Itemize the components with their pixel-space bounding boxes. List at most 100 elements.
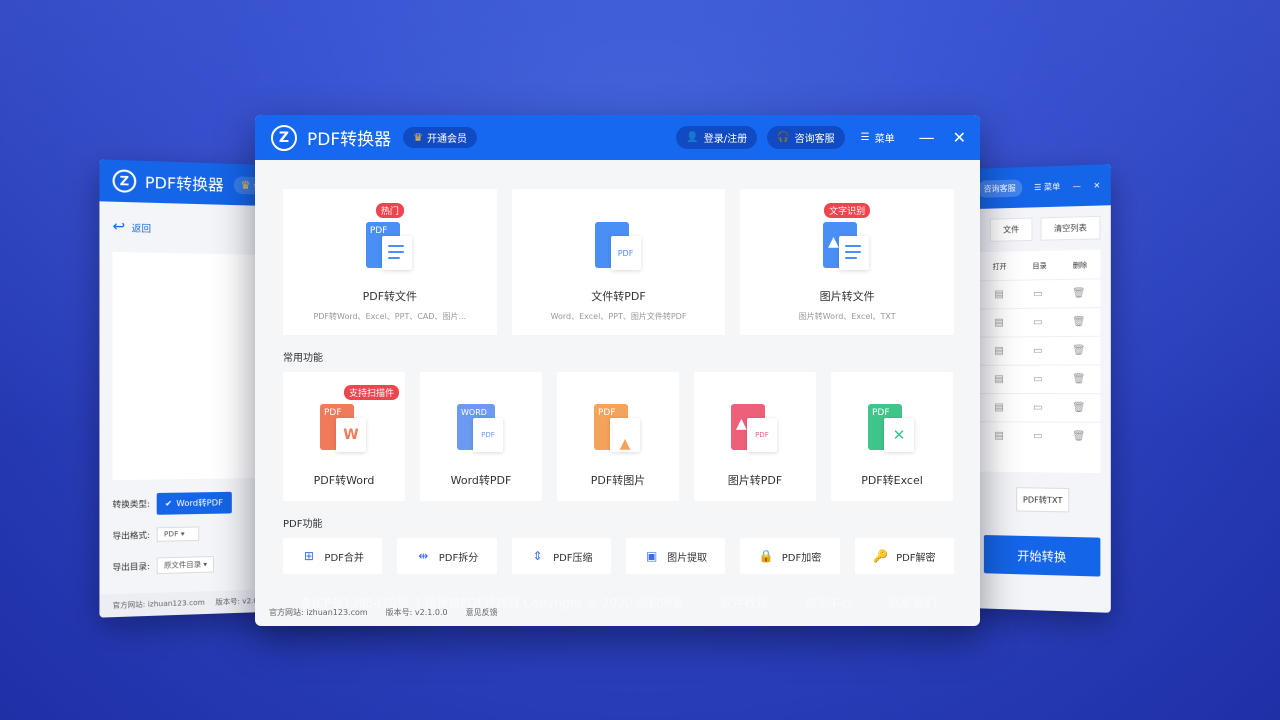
start-convert-button[interactable]: 开始转换 [984, 535, 1101, 577]
ocr-tag: 文字识别 [824, 203, 870, 218]
crown-icon: ♛ [413, 131, 423, 144]
trash-icon[interactable]: 🗑 [1072, 345, 1085, 356]
card-name: 图片转PDF [728, 472, 782, 488]
add-file-button[interactable]: 文件 [990, 218, 1033, 242]
vip-button[interactable]: ♛ 开通会员 [403, 127, 477, 148]
icon-label: PDF [598, 408, 616, 418]
col-open: 打开 [993, 262, 1007, 272]
back-arrow-icon: ↩ [113, 218, 126, 235]
type-value: Word转PDF [176, 497, 223, 509]
folder-icon[interactable]: ▭ [1033, 431, 1043, 442]
pdf-to-excel-card[interactable]: PDF ✕ PDF转Excel [831, 372, 953, 501]
page-footer-overlay: 粤ICP备1303470号-3 赚转换PDF转换器 Copyright © 20… [300, 594, 1020, 612]
folder-icon[interactable]: ▭ [1033, 317, 1043, 328]
lock-icon: 🔒 [759, 549, 774, 564]
key-icon: 🔑 [873, 549, 888, 564]
dir-select[interactable]: 原文件目录 ▾ [156, 556, 214, 574]
format-label: 导出格式: [113, 529, 150, 541]
trash-icon[interactable]: 🗑 [1072, 431, 1085, 442]
icon-label: WORD [461, 408, 487, 417]
card-desc: PDF转Word、Excel、PPT、CAD、图片... [313, 311, 466, 322]
contact-link[interactable]: 联系我们 [888, 594, 936, 612]
login-button[interactable]: 👤 登录/注册 [676, 126, 757, 149]
file-icon[interactable]: ▤ [994, 374, 1004, 385]
image-doc-icon: ▲ [823, 222, 871, 272]
card-name: PDF转图片 [591, 472, 645, 488]
close-icon[interactable]: ✕ [953, 130, 966, 146]
word-to-pdf-type-button[interactable]: ✔ Word转PDF [156, 491, 231, 514]
app-title: PDF转换器 [307, 125, 391, 150]
folder-icon[interactable]: ▭ [1033, 402, 1043, 413]
image-pdf-icon: ▲ PDF [731, 404, 779, 454]
pdf-section-title: PDF功能 [283, 515, 954, 530]
right-close-icon[interactable]: ✕ [1093, 180, 1100, 189]
file-icon[interactable]: ▤ [994, 346, 1004, 357]
card-desc: 图片转Word、Excel、TXT [799, 311, 896, 322]
trash-icon[interactable]: 🗑 [1072, 402, 1085, 413]
pdf-split-button[interactable]: ⇹ PDF拆分 [397, 538, 496, 574]
tool-label: PDF拆分 [439, 549, 478, 564]
pdf-to-file-card[interactable]: 热门 PDF PDF转文件 PDF转Word、Excel、PPT、CAD、图片.… [283, 189, 497, 335]
trash-icon[interactable]: 🗑 [1072, 374, 1085, 385]
back-label: 返回 [132, 220, 151, 234]
menu-button[interactable]: ☰ 菜单 [861, 130, 895, 145]
trash-icon[interactable]: 🗑 [1072, 288, 1085, 299]
hot-tag: 热门 [376, 203, 404, 218]
check-icon: ✔ [165, 498, 172, 507]
pdf-merge-button[interactable]: ⊞ PDF合并 [283, 538, 382, 574]
file-icon[interactable]: ▤ [994, 317, 1004, 328]
card-desc: Word、Excel、PPT、图片文件转PDF [551, 311, 687, 322]
image-to-pdf-card[interactable]: ▲ PDF 图片转PDF [694, 372, 816, 501]
icon-label: PDF [370, 226, 388, 236]
folder-icon[interactable]: ▭ [1033, 288, 1043, 299]
right-menu-label: 菜单 [1044, 182, 1060, 192]
login-label: 登录/注册 [704, 130, 747, 145]
word-to-pdf-card[interactable]: WORD PDF Word转PDF [420, 372, 542, 501]
card-name: PDF转文件 [363, 288, 417, 304]
trash-icon[interactable]: 🗑 [1072, 316, 1085, 327]
dir-value: 原文件目录 [164, 560, 201, 569]
consult-button[interactable]: 🎧 咨询客服 [767, 126, 844, 149]
file-icon[interactable]: ▤ [994, 430, 1004, 441]
z-logo-icon: Z [113, 169, 137, 193]
news-link[interactable]: 资讯中心 [804, 594, 852, 612]
pdf-decrypt-button[interactable]: 🔑 PDF解密 [855, 538, 954, 574]
image-to-file-card[interactable]: 文字识别 ▲ 图片转文件 图片转Word、Excel、TXT [740, 189, 954, 335]
tutorial-link[interactable]: 软件教程 [720, 594, 768, 612]
image-extract-icon: ▣ [644, 549, 659, 564]
pdf-to-image-card[interactable]: PDF ▲ PDF转图片 [557, 372, 679, 501]
dir-label: 导出目录: [113, 560, 150, 572]
file-to-pdf-card[interactable]: PDF 文件转PDF Word、Excel、PPT、图片文件转PDF [512, 189, 726, 335]
right-menu-button[interactable]: ☰ 菜单 [1034, 181, 1060, 193]
main-content: 热门 PDF PDF转文件 PDF转Word、Excel、PPT、CAD、图片.… [255, 160, 980, 574]
consult-label: 咨询客服 [795, 130, 835, 145]
image-extract-button[interactable]: ▣ 图片提取 [626, 538, 725, 574]
file-icon[interactable]: ▤ [994, 402, 1004, 413]
folder-icon[interactable]: ▭ [1033, 345, 1043, 356]
common-feature-cards: 支持扫描件 PDF W PDF转Word WORD PDF Word转PDF [283, 372, 954, 501]
tool-label: 图片提取 [667, 549, 707, 564]
format-select[interactable]: PDF ▾ [156, 526, 199, 541]
left-app-title: PDF转换器 [145, 171, 224, 195]
right-minimize-icon[interactable]: — [1073, 181, 1081, 190]
copyright-text: 粤ICP备1303470号-3 赚转换PDF转换器 Copyright © 20… [300, 594, 684, 612]
folder-icon[interactable]: ▭ [1033, 374, 1043, 385]
split-icon: ⇹ [416, 549, 431, 564]
pdf-excel-icon: PDF ✕ [868, 404, 916, 454]
pdf-to-word-card[interactable]: 支持扫描件 PDF W PDF转Word [283, 372, 405, 501]
card-name: PDF转Word [314, 472, 375, 488]
file-icon[interactable]: ▤ [994, 289, 1004, 300]
file-pdf-icon: PDF [595, 222, 643, 272]
card-name: PDF转Excel [861, 472, 923, 488]
right-consult-button[interactable]: 咨询客服 [977, 179, 1021, 198]
pdf-encrypt-button[interactable]: 🔒 PDF加密 [740, 538, 839, 574]
clear-list-button[interactable]: 清空列表 [1041, 216, 1101, 241]
icon-label: PDF [324, 408, 342, 418]
left-footer-version: 版本号: v2.0 [215, 596, 258, 608]
pdf-compress-button[interactable]: ⇕ PDF压缩 [512, 538, 611, 574]
scan-support-tag: 支持扫描件 [344, 385, 399, 400]
pdf-to-txt-button[interactable]: PDF转TXT [1016, 487, 1069, 512]
crown-icon: ♛ [240, 178, 250, 192]
z-logo-icon: Z [271, 125, 297, 151]
minimize-icon[interactable]: — [919, 130, 935, 146]
